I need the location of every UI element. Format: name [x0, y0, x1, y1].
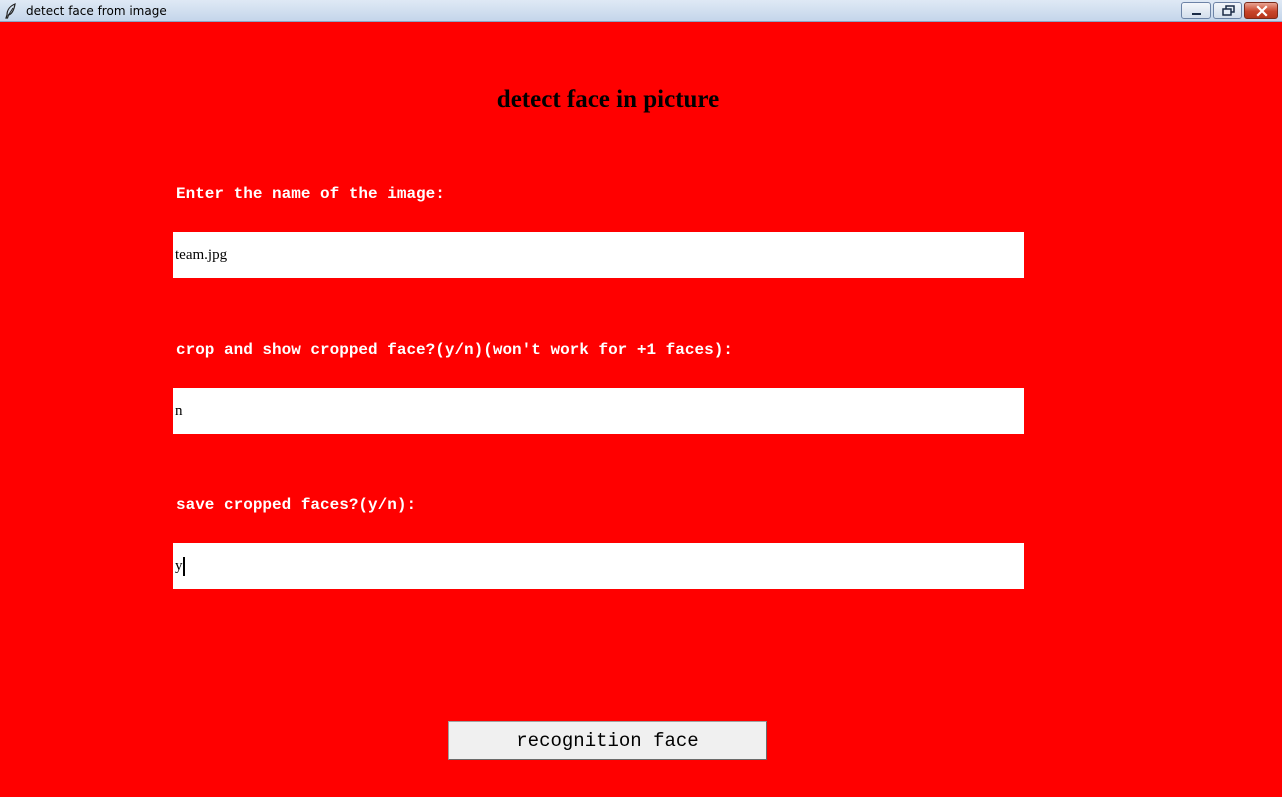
save-cropped-input[interactable]	[173, 543, 1024, 589]
close-icon	[1256, 5, 1268, 17]
page-title: detect face in picture	[496, 86, 720, 113]
restore-button[interactable]	[1213, 2, 1242, 19]
minimize-button[interactable]	[1181, 2, 1211, 19]
restore-icon	[1222, 5, 1235, 16]
minimize-icon	[1192, 13, 1201, 15]
image-name-label: Enter the name of the image:	[176, 185, 445, 203]
text-caret	[183, 557, 185, 576]
feather-icon	[4, 3, 18, 19]
close-button[interactable]	[1244, 2, 1278, 19]
image-name-input[interactable]	[173, 232, 1024, 278]
crop-show-label: crop and show cropped face?(y/n)(won't w…	[176, 341, 733, 359]
crop-show-input[interactable]	[173, 388, 1024, 434]
main-panel: detect face in picture Enter the name of…	[0, 22, 1282, 797]
recognition-face-button[interactable]: recognition face	[448, 721, 767, 760]
window-title: detect face from image	[26, 4, 167, 18]
title-bar[interactable]: detect face from image	[0, 0, 1282, 22]
app-window: detect face from image detect face in pi…	[0, 0, 1282, 800]
save-cropped-label: save cropped faces?(y/n):	[176, 496, 417, 514]
